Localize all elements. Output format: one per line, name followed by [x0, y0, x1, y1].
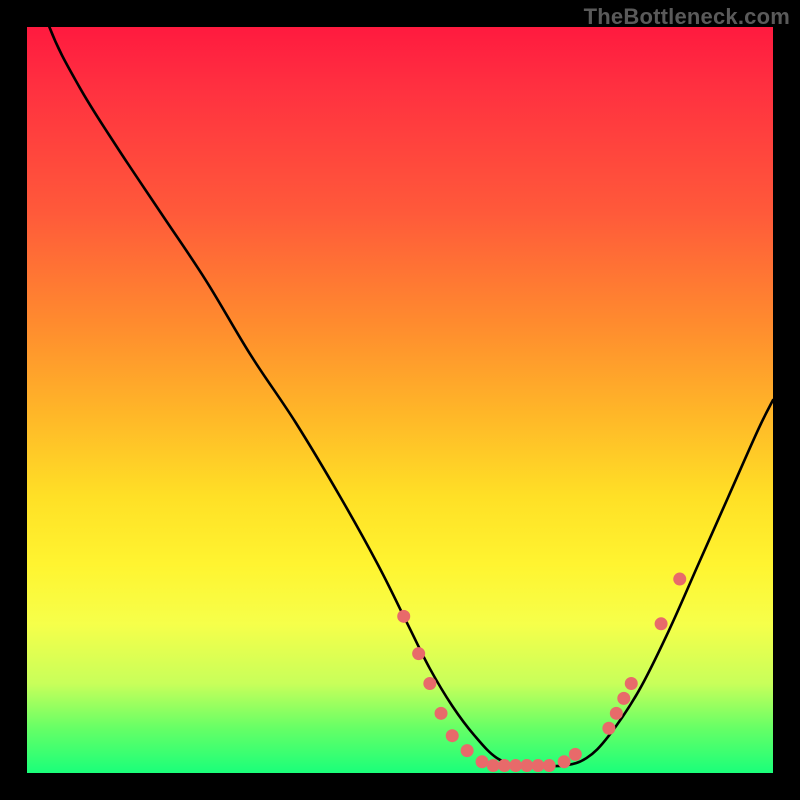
data-dot [610, 707, 623, 720]
data-dot [498, 759, 511, 772]
data-dot [543, 759, 556, 772]
data-dot [487, 759, 500, 772]
data-dot [461, 744, 474, 757]
data-dot [446, 729, 459, 742]
data-dot [397, 610, 410, 623]
chart-svg [27, 27, 773, 773]
data-dot [569, 748, 582, 761]
data-dot [423, 677, 436, 690]
data-dot [412, 647, 425, 660]
bottleneck-curve [27, 0, 773, 766]
data-dot [532, 759, 545, 772]
data-dot [673, 573, 686, 586]
data-dot [509, 759, 522, 772]
data-dot [625, 677, 638, 690]
chart-frame: TheBottleneck.com [0, 0, 800, 800]
data-dot [476, 755, 489, 768]
data-dot [602, 722, 615, 735]
data-dot [558, 755, 571, 768]
data-dot [435, 707, 448, 720]
data-dot [520, 759, 533, 772]
data-dots [397, 573, 686, 773]
watermark-label: TheBottleneck.com [584, 4, 790, 30]
data-dot [617, 692, 630, 705]
data-dot [655, 617, 668, 630]
